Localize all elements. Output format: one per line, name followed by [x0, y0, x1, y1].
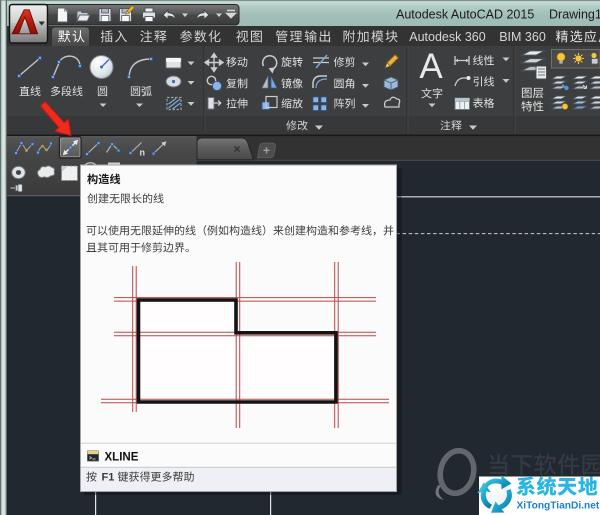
svg-text:A: A — [419, 47, 443, 86]
svg-text:Drawing1...: Drawing1... — [549, 8, 600, 22]
svg-text:BIM 360: BIM 360 — [499, 30, 546, 44]
svg-text:n: n — [140, 148, 146, 158]
svg-text:XLINE: XLINE — [105, 451, 139, 463]
svg-text:XiTongTianDi.net: XiTongTianDi.net — [517, 501, 600, 512]
svg-text:F1: F1 — [102, 472, 115, 484]
svg-text:Autodesk 360: Autodesk 360 — [409, 30, 485, 44]
svg-text:Autodesk AutoCAD 2015: Autodesk AutoCAD 2015 — [396, 8, 534, 22]
